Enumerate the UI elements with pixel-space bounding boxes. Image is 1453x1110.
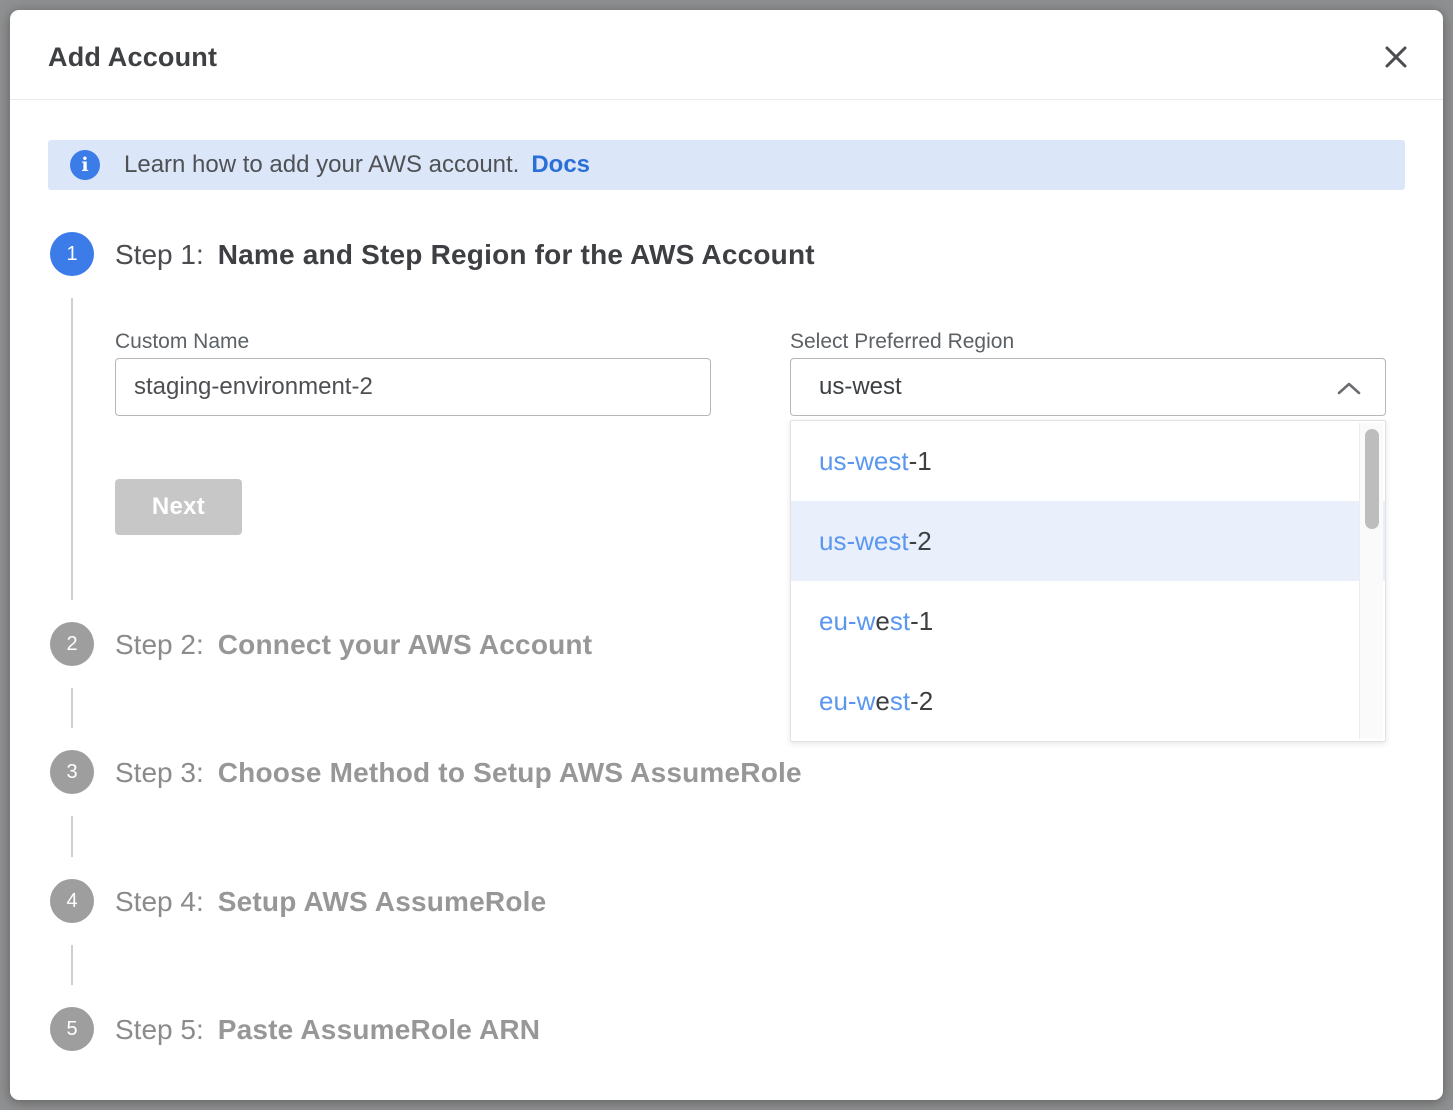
step-title: Name and Step Region for the AWS Account bbox=[218, 239, 815, 270]
step-number: 2 bbox=[66, 633, 77, 656]
step-number: 1 bbox=[66, 243, 77, 266]
option-match-text: st bbox=[890, 606, 910, 636]
step-indicator-5: 5 bbox=[50, 1007, 94, 1051]
custom-name-input[interactable] bbox=[115, 358, 711, 416]
step-prefix: Step 3: bbox=[115, 757, 204, 788]
modal-header: Add Account bbox=[10, 10, 1443, 100]
step-connector bbox=[71, 298, 73, 600]
step-indicator-2: 2 bbox=[50, 622, 94, 666]
step-connector bbox=[71, 688, 73, 728]
step-prefix: Step 4: bbox=[115, 886, 204, 917]
option-match-text: us-west bbox=[819, 446, 909, 476]
custom-name-label: Custom Name bbox=[115, 330, 249, 354]
step-title: Connect your AWS Account bbox=[218, 629, 593, 660]
step-connector bbox=[71, 945, 73, 985]
region-select[interactable]: us-west bbox=[790, 358, 1386, 416]
option-match-text: us-west bbox=[819, 526, 909, 556]
option-match-text: eu-w bbox=[819, 606, 875, 636]
step-connector bbox=[71, 816, 73, 857]
step-heading-5: Step 5: Paste AssumeRole ARN bbox=[115, 1007, 540, 1051]
option-rest-text: e bbox=[875, 606, 889, 636]
option-rest-text: -1 bbox=[910, 606, 933, 636]
step-prefix: Step 5: bbox=[115, 1014, 204, 1045]
info-icon: i bbox=[70, 150, 100, 180]
step-heading-4: Step 4: Setup AWS AssumeRole bbox=[115, 879, 546, 923]
region-select-value: us-west bbox=[819, 373, 902, 401]
step-indicator-1: 1 bbox=[50, 232, 94, 276]
add-account-modal: Add Account i Learn how to add your AWS … bbox=[10, 10, 1443, 1100]
step-title: Paste AssumeRole ARN bbox=[218, 1014, 540, 1045]
step-number: 3 bbox=[66, 761, 77, 784]
dropdown-option-eu-west-1[interactable]: eu-west-1 bbox=[791, 581, 1385, 661]
option-match-text: eu-w bbox=[819, 686, 875, 716]
option-rest-text: -1 bbox=[909, 446, 932, 476]
info-banner: i Learn how to add your AWS account. Doc… bbox=[48, 140, 1405, 190]
dropdown-scrollbar[interactable] bbox=[1359, 423, 1383, 739]
close-icon bbox=[1383, 44, 1409, 70]
banner-text: Learn how to add your AWS account. bbox=[124, 151, 519, 179]
close-button[interactable] bbox=[1378, 39, 1414, 75]
region-select-label: Select Preferred Region bbox=[790, 330, 1014, 354]
step-prefix: Step 2: bbox=[115, 629, 204, 660]
docs-link[interactable]: Docs bbox=[531, 151, 590, 179]
chevron-up-icon bbox=[1337, 382, 1361, 395]
step-title: Setup AWS AssumeRole bbox=[218, 886, 547, 917]
step-indicator-3: 3 bbox=[50, 750, 94, 794]
dropdown-option-us-west-2[interactable]: us-west-2 bbox=[791, 501, 1385, 581]
dropdown-option-eu-west-2[interactable]: eu-west-2 bbox=[791, 661, 1385, 741]
step-prefix: Step 1: bbox=[115, 239, 204, 270]
scrollbar-thumb[interactable] bbox=[1365, 429, 1379, 529]
step-number: 5 bbox=[66, 1018, 77, 1041]
modal-title: Add Account bbox=[48, 10, 217, 100]
option-rest-text: -2 bbox=[910, 686, 933, 716]
dropdown-option-us-west-1[interactable]: us-west-1 bbox=[791, 421, 1385, 501]
region-dropdown: us-west-1 us-west-2 eu-west-1 eu-west-2 bbox=[790, 420, 1386, 742]
option-rest-text: e bbox=[875, 686, 889, 716]
option-match-text: st bbox=[890, 686, 910, 716]
option-rest-text: -2 bbox=[909, 526, 932, 556]
step-heading-1: Step 1: Name and Step Region for the AWS … bbox=[115, 232, 815, 276]
step-number: 4 bbox=[66, 890, 77, 913]
next-button[interactable]: Next bbox=[115, 479, 242, 535]
step-heading-3: Step 3: Choose Method to Setup AWS Assume… bbox=[115, 750, 802, 794]
step-heading-2: Step 2: Connect your AWS Account bbox=[115, 622, 592, 666]
step-title: Choose Method to Setup AWS AssumeRole bbox=[218, 757, 802, 788]
step-indicator-4: 4 bbox=[50, 879, 94, 923]
